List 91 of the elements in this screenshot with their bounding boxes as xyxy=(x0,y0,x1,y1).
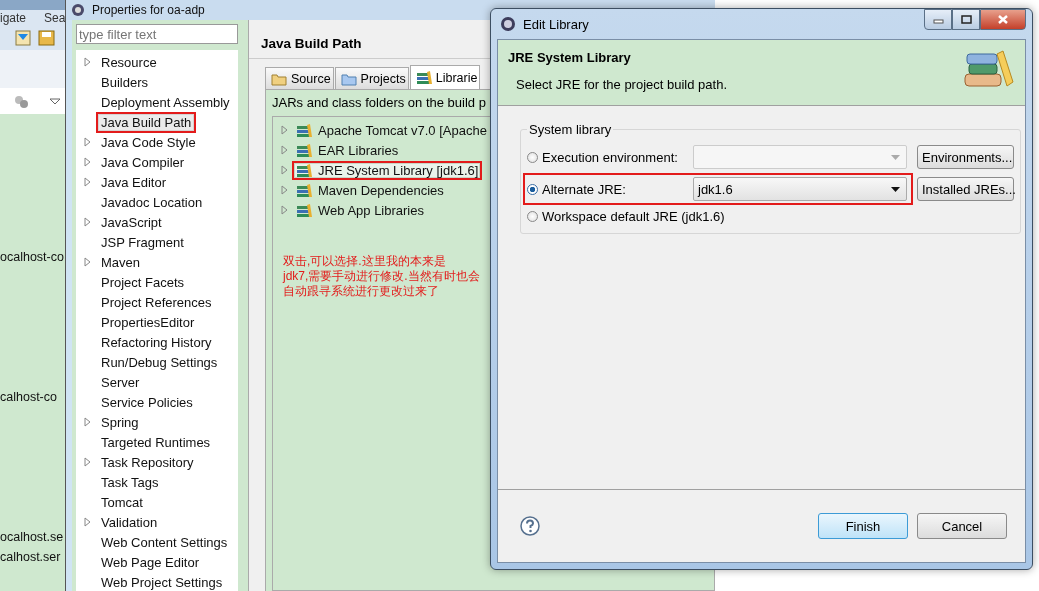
annotation-line: 自动跟寻系统进行更改过来了 xyxy=(283,284,439,299)
tree-item[interactable]: Task Tags xyxy=(96,471,164,493)
books-icon xyxy=(961,50,1015,90)
tree-item[interactable]: Web Content Settings xyxy=(96,531,233,553)
action-button[interactable]: Environments... xyxy=(917,145,1014,169)
app-icon xyxy=(70,2,86,18)
tree-item[interactable]: Java Code Style xyxy=(96,131,201,153)
dropdown-arrow-icon xyxy=(891,154,900,160)
annotation-line: jdk7,需要手动进行修改.当然有时也会 xyxy=(283,269,480,284)
tree-item[interactable]: Task Repository xyxy=(96,451,199,473)
tree-item[interactable]: Spring xyxy=(96,411,144,433)
tree-item[interactable]: Java Editor xyxy=(96,171,172,193)
app-icon xyxy=(499,15,517,33)
annotation-line: 双击,可以选择.这里我的本来是 xyxy=(283,254,446,269)
tree-item[interactable]: Web Project Settings xyxy=(96,571,228,591)
tab[interactable]: Projects xyxy=(334,67,409,89)
dropdown-field[interactable]: jdk1.6 xyxy=(693,177,907,201)
tree-item[interactable]: Project References xyxy=(96,291,217,313)
expand-icon[interactable] xyxy=(84,417,91,427)
action-button[interactable]: Installed JREs... xyxy=(917,177,1014,201)
maximize-icon xyxy=(960,15,972,24)
tab[interactable]: Librarie xyxy=(409,65,481,89)
library-icon xyxy=(296,142,312,158)
tree-item[interactable]: Tomcat xyxy=(96,491,148,513)
dialog-button[interactable]: Cancel xyxy=(917,513,1007,539)
minimize-button[interactable] xyxy=(924,9,952,30)
tree-item[interactable]: Javadoc Location xyxy=(96,191,208,213)
dropdown-icon[interactable] xyxy=(49,96,61,106)
help-icon[interactable] xyxy=(520,516,540,536)
tree-item[interactable]: Targeted Runtimes xyxy=(96,431,216,453)
tree-item[interactable]: Web Page Editor xyxy=(96,551,205,573)
dialog-title: Edit Library xyxy=(523,16,589,32)
radio-button[interactable] xyxy=(527,151,538,163)
tree-item[interactable]: Run/Debug Settings xyxy=(96,351,223,373)
toolbar-icon[interactable] xyxy=(14,29,32,47)
header-title: JRE System Library xyxy=(508,50,631,65)
close-icon xyxy=(997,14,1009,25)
group-label: System library xyxy=(529,122,612,137)
library-icon xyxy=(296,182,312,198)
maximize-button[interactable] xyxy=(952,9,980,30)
tab[interactable]: Source xyxy=(265,67,334,89)
library-item[interactable]: EAR Libraries xyxy=(292,140,403,160)
editor-text: calhost-co xyxy=(0,390,57,404)
library-icon xyxy=(296,122,312,138)
tree-item[interactable]: Validation xyxy=(96,511,163,533)
tree-item[interactable]: PropertiesEditor xyxy=(96,311,200,333)
expand-icon[interactable] xyxy=(84,57,91,67)
library-item[interactable]: Web App Libraries xyxy=(292,200,428,220)
library-icon xyxy=(296,202,312,218)
radio-label[interactable]: Workspace default JRE (jdk1.6) xyxy=(542,208,725,224)
window-title-bar xyxy=(0,0,68,10)
filter-field[interactable]: type filter text xyxy=(76,24,238,44)
tree-item[interactable]: JavaScript xyxy=(96,211,167,233)
close-button[interactable] xyxy=(980,9,1026,30)
menu-item[interactable]: igate xyxy=(0,10,27,26)
radio-label[interactable]: Alternate JRE: xyxy=(542,181,626,197)
expand-icon[interactable] xyxy=(84,457,91,467)
tree-item[interactable]: Service Policies xyxy=(96,391,198,413)
tree-item[interactable]: JSP Fragment xyxy=(96,231,189,253)
tree-item[interactable]: Java Compiler xyxy=(96,151,190,173)
dropdown-arrow-icon xyxy=(891,186,900,192)
window-title: Properties for oa-adp xyxy=(92,3,205,17)
tree-item[interactable]: Project Facets xyxy=(96,271,190,293)
tree-item[interactable]: Resource xyxy=(96,51,162,73)
tree-item[interactable]: Deployment Assembly xyxy=(96,91,235,113)
radio-label[interactable]: Execution environment: xyxy=(542,149,678,165)
menu-item[interactable]: Sea xyxy=(44,10,66,26)
save-icon[interactable] xyxy=(38,29,55,47)
dialog-button[interactable]: Finish xyxy=(818,513,908,539)
editor-text: ocalhost.se xyxy=(0,530,64,544)
library-item[interactable]: JRE System Library [jdk1.6] xyxy=(292,160,483,180)
radio-button[interactable] xyxy=(527,183,538,195)
editor-text: calhost.ser xyxy=(0,550,61,564)
expand-icon[interactable] xyxy=(84,517,91,527)
tree-item[interactable]: Builders xyxy=(96,71,153,93)
description-text: JARs and class folders on the build p xyxy=(272,95,486,110)
tree-item[interactable]: Maven xyxy=(96,251,146,273)
library-item[interactable]: Apache Tomcat v7.0 [Apache xyxy=(292,120,491,140)
tree-item[interactable]: Server xyxy=(96,371,145,393)
library-icon xyxy=(296,162,312,178)
radio-button[interactable] xyxy=(527,210,538,222)
toolbar-icon[interactable] xyxy=(14,93,29,109)
header-subtitle: Select JRE for the project build path. xyxy=(516,77,727,92)
expand-icon[interactable] xyxy=(84,217,91,227)
page-title: Java Build Path xyxy=(261,35,362,51)
tree-item[interactable]: Refactoring History xyxy=(96,331,217,353)
library-icon xyxy=(415,70,432,85)
editor-text: ocalhost-co xyxy=(0,250,64,264)
expand-icon[interactable] xyxy=(84,257,91,267)
library-item[interactable]: Maven Dependencies xyxy=(292,180,448,200)
tree-item[interactable]: Java Build Path xyxy=(96,111,197,133)
